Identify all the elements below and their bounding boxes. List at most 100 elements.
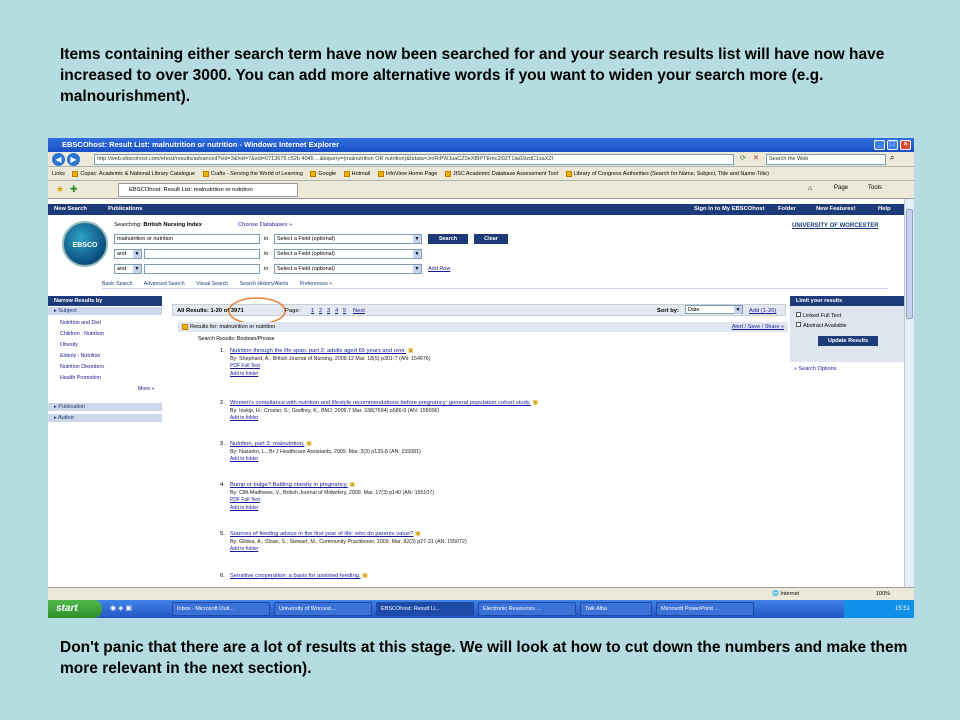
subject-item[interactable]: Health Promotion [60,375,101,381]
institution-link[interactable]: UNIVERSITY OF WORCESTER [792,223,879,229]
tab-ebsco-results[interactable]: EBSCOhost: Result List: malnutrition or … [118,183,298,197]
subject-item[interactable]: Obesity [60,342,78,348]
folder-add-icon[interactable]: ▣ [306,441,311,447]
task-powerpoint[interactable]: Microsoft PowerPoint ... [656,602,754,616]
maximize-icon[interactable]: □ [887,140,898,150]
checkbox-icon[interactable] [796,322,801,327]
subject-item[interactable]: Elderly : Nutrition [60,353,100,359]
help-link[interactable]: Help [878,204,891,215]
field-select-2[interactable]: Select a Field (optional) ▼ [274,249,422,259]
page-4-link[interactable]: 4 [335,306,338,316]
field-select-3[interactable]: Select a Field (optional) ▼ [274,264,422,274]
new-search-link[interactable]: New Search [54,204,87,215]
quick-launch-icons[interactable]: ◉ ◈ ▣ [110,604,132,612]
publication-facet-header[interactable]: ▸ Publication [48,402,162,411]
result-title-link[interactable]: Women's compliance with nutrition and li… [230,400,531,406]
folder-link[interactable]: Folder [778,204,796,215]
link-loc[interactable]: Library of Congress Authorities (Search … [565,167,769,180]
refresh-icon[interactable]: ⟳ [740,154,746,162]
page-2-link[interactable]: 2 [319,306,322,316]
minimize-icon[interactable]: _ [874,140,885,150]
result-title-link[interactable]: Sources of feeding advice in the first y… [230,531,413,537]
folder-add-icon[interactable]: ▣ [408,348,413,354]
advanced-search-link[interactable]: Advanced Search [144,281,185,287]
search-term-input-3[interactable] [144,264,260,274]
subject-item[interactable]: Children : Nutrition [60,331,104,337]
add-results-link[interactable]: Add (1-20) [749,306,776,316]
add-favorite-icon[interactable]: ✚ [70,184,78,195]
folder-add-icon[interactable]: ▣ [533,400,538,406]
zoom-level[interactable]: 100% [876,588,890,600]
update-results-button[interactable]: Update Results [818,336,878,346]
more-subjects-link[interactable]: More » [138,386,155,392]
link-infoview[interactable]: InfoView Home Page [377,167,437,180]
search-button[interactable]: Search [428,234,468,244]
result-title-link[interactable]: Nutrition through the life span. part 3:… [230,348,406,354]
alert-save-share-link[interactable]: Alert / Save / Share » [732,322,784,332]
pdf-full-text-link[interactable]: PDF Full Text [230,497,260,503]
link-copac[interactable]: Copac: Academic & National Library Catal… [72,167,195,180]
stop-icon[interactable]: ✕ [753,154,759,162]
checkbox-icon[interactable] [796,312,801,317]
folder-add-icon[interactable]: ▣ [362,573,367,579]
add-to-folder-link[interactable]: Add to folder [230,415,258,421]
task-university[interactable]: University of Worcest... [274,602,372,616]
author-facet-header[interactable]: ▸ Author [48,413,162,422]
add-to-folder-link[interactable]: Add to folder [230,505,258,511]
choose-databases-link[interactable]: Choose Databases » [238,222,292,228]
next-page-link[interactable]: Next [353,306,365,316]
subject-facet-header[interactable]: ▸ Subject [48,306,162,315]
folder-add-icon[interactable]: ▣ [415,531,420,537]
task-ebsco[interactable]: EBSCOhost: Result Li... [376,602,474,616]
search-history-link[interactable]: Search History/Alerts [240,281,289,287]
publications-link[interactable]: Publications [108,204,142,215]
link-jisc[interactable]: JISC Academic Database Assessment Tool [444,167,558,180]
home-icon[interactable]: ⌂ [808,185,812,192]
linked-full-text-option[interactable]: Linked Full Text [796,312,841,319]
search-term-input-1[interactable]: malnutrition or nutrition [114,234,260,244]
add-to-folder-link[interactable]: Add to folder [230,456,258,462]
page-5-link[interactable]: 5 [343,306,346,316]
boolean-select-2[interactable]: and ▼ [114,249,142,259]
task-talk-alba[interactable]: Talk Alba [580,602,652,616]
subject-item[interactable]: Nutrition Disorders [60,364,104,370]
pdf-full-text-link[interactable]: PDF Full Text [230,363,260,369]
field-select-1[interactable]: Select a Field (optional) ▼ [274,234,422,244]
result-title-link[interactable]: Bump or bulge? Battling obesity in pregn… [230,482,348,488]
page-menu[interactable]: Page [834,185,848,191]
page-1-link[interactable]: 1 [311,306,314,316]
scrollbar-thumb[interactable] [906,209,913,319]
preferences-link[interactable]: Preferences » [300,281,332,287]
search-options-link[interactable]: » Search Options [794,366,837,372]
page-3-link[interactable]: 3 [327,306,330,316]
tools-menu[interactable]: Tools [868,185,882,191]
close-icon[interactable]: × [900,140,911,150]
back-icon[interactable]: ◀ [52,153,65,166]
folder-add-icon[interactable]: ▣ [349,482,354,488]
boolean-select-3[interactable]: and ▼ [114,264,142,274]
visual-search-link[interactable]: Visual Search [196,281,228,287]
abstract-available-option[interactable]: Abstract Available [796,322,847,329]
start-button[interactable]: start [48,600,102,618]
forward-icon[interactable]: ▶ [67,153,80,166]
result-title-link[interactable]: Nutrition, part 3: malnutrition. [230,441,304,447]
link-hotmail[interactable]: Hotmail [343,167,370,180]
subject-item[interactable]: Nutrition and Diet [60,320,101,326]
link-crafts[interactable]: Crafts - Serving the World of Learning [202,167,303,180]
vertical-scrollbar[interactable] [904,199,914,605]
favorites-star-icon[interactable]: ★ [56,184,64,195]
sort-select[interactable]: Date ▼ [685,305,743,314]
sign-in-link[interactable]: Sign In to My EBSCOhost [694,204,765,215]
web-search-input[interactable]: Search the Web [766,154,886,165]
result-title-link[interactable]: Sensitive cooperation: a basis for assis… [230,573,361,579]
task-electronic-resources[interactable]: Electronic Resources ... [478,602,576,616]
task-outlook[interactable]: Inbox - Microsoft Outl... [172,602,270,616]
search-term-input-2[interactable] [144,249,260,259]
address-input[interactable]: http://web.ebscohost.com/ehost/results/a… [94,154,734,165]
new-features-link[interactable]: New Features! [816,204,856,215]
link-google[interactable]: Google [310,167,336,180]
add-to-folder-link[interactable]: Add to folder [230,546,258,552]
add-row-link[interactable]: Add Row [428,266,450,272]
search-icon[interactable]: ⌕ [890,153,894,163]
clear-button[interactable]: Clear [474,234,508,244]
